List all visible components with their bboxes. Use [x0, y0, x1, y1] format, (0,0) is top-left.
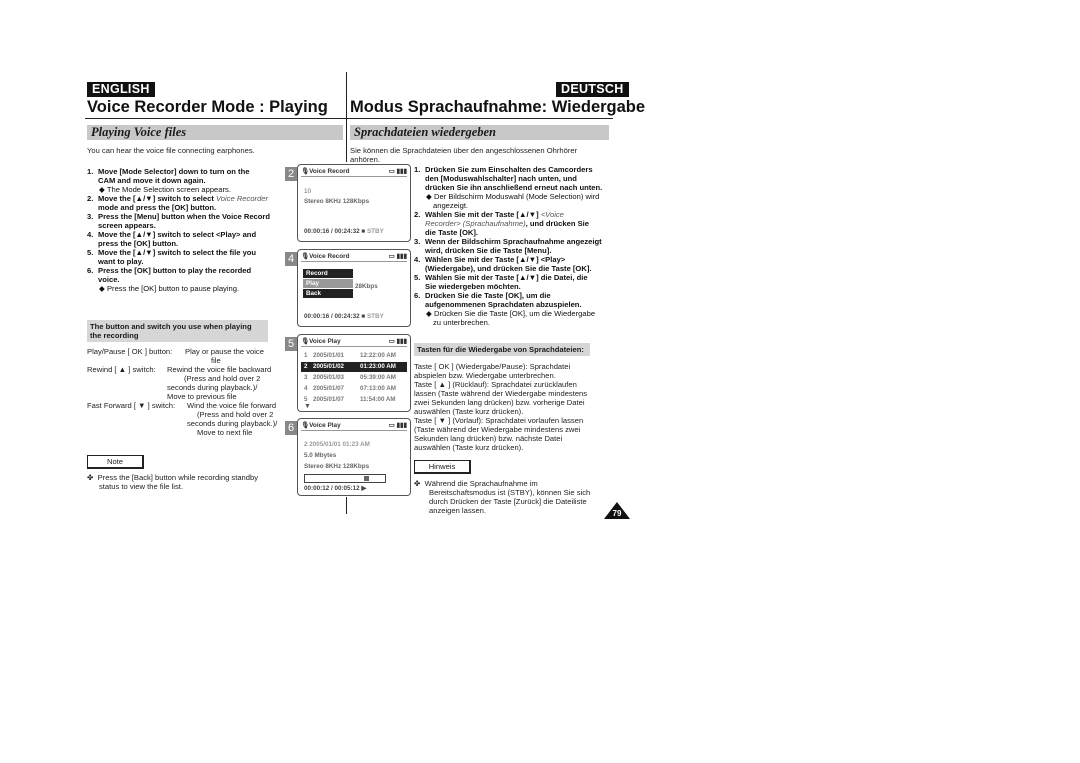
time-readout: 00:00:12 / 00:05:12 ▶	[304, 485, 367, 492]
title-rule	[85, 118, 613, 119]
stop-icon: ■	[361, 228, 366, 235]
step-1-sub: ◆ The Mode Selection screen appears.	[99, 185, 231, 194]
microphone-icon: 🎙	[301, 337, 310, 345]
step-badge: 2	[285, 167, 297, 181]
playback-progress-knob[interactable]	[364, 476, 369, 481]
bullet-diamond-icon: ◆	[99, 185, 105, 194]
step-2-line-2: mode and press the [OK] button.	[98, 203, 217, 212]
page-title-english: Voice Recorder Mode : Playing	[87, 98, 328, 116]
file-row[interactable]: 5 2005/01/07 11:54:00 AM	[301, 395, 407, 405]
page-number: 79	[612, 509, 622, 518]
bullet-diamond-icon: ◆	[426, 309, 432, 318]
device-screen-voice-play-list: 🎙Voice Play ▭ ▮▮▮ 1 2005/01/01 12:22:00 AM …	[297, 334, 411, 412]
step-2: 2. Move the [▲/▼] switch to select Voice …	[87, 194, 269, 203]
microphone-icon: 🎙	[301, 421, 310, 429]
time-readout: 00:00:16 / 00:24:32 ■ STBY	[304, 313, 384, 320]
step-3: 3. Press the [Menu] button when the Voice…	[87, 212, 271, 221]
step-5: 5. Move the [▲/▼] switch to select the fi…	[87, 248, 257, 257]
note-text-deutsch: ✤ Während die Sprachaufnahme im Bereitsc…	[414, 479, 591, 515]
scroll-down-icon[interactable]: ▼	[304, 403, 311, 410]
note-label-english: Note	[87, 455, 144, 469]
battery-icon: ▭ ▮▮▮	[388, 337, 407, 345]
device-screen-voice-record: 🎙Voice Record ▭ ▮▮▮ 10 Stereo 8KHz 128Kbp…	[297, 164, 411, 242]
step-5-line-2: want to play.	[98, 257, 144, 266]
column-divider-bottom	[346, 497, 347, 514]
step-badge: 6	[285, 421, 297, 435]
lang-badge-deutsch: DEUTSCH	[556, 82, 629, 97]
note-label-deutsch: Hinweis	[414, 460, 471, 474]
bullet-cross-icon: ✤	[87, 473, 94, 482]
bullet-diamond-icon: ◆	[99, 284, 105, 293]
step-badge: 4	[285, 252, 297, 266]
bullet-diamond-icon: ◆	[426, 192, 432, 201]
file-row[interactable]: 1 2005/01/01 12:22:00 AM	[301, 351, 407, 361]
menu-item-back[interactable]: Back	[303, 289, 353, 298]
bullet-cross-icon: ✤	[414, 479, 421, 488]
intro-deutsch: Sie können die Sprachdateien über den an…	[350, 146, 578, 164]
lang-badge-english: ENGLISH	[87, 82, 155, 97]
step-4: 4. Move the [▲/▼] switch to select <Play>…	[87, 230, 257, 239]
section-title-deutsch: Sprachdateien wiedergeben	[350, 125, 609, 140]
microphone-icon: 🎙	[301, 167, 310, 175]
file-row[interactable]: 3 2005/01/03 05:39:00 AM	[301, 373, 407, 383]
file-row[interactable]: 4 2005/01/07 07:13:00 AM	[301, 384, 407, 394]
step-1: 1. Move [Mode Selector] down to turn on t…	[87, 167, 250, 176]
controls-text-deutsch: Taste [ OK ] (Wiedergabe/Pause): Sprachd…	[414, 362, 588, 452]
battery-icon: ▭ ▮▮▮	[388, 167, 407, 175]
intro-english: You can hear the voice file connecting e…	[87, 146, 255, 155]
microphone-icon: 🎙	[301, 252, 310, 260]
column-divider	[346, 72, 347, 162]
step-6-sub: ◆ Press the [OK] button to pause playing…	[99, 284, 240, 293]
page-title-deutsch: Modus Sprachaufnahme: Wiedergabe	[350, 98, 646, 116]
file-row-selected[interactable]: 2 2005/01/02 01:23:00 AM	[301, 362, 407, 372]
step-1-line-2: CAM and move it down again.	[98, 176, 206, 185]
stop-icon: ■	[361, 313, 366, 320]
battery-icon: ▭ ▮▮▮	[388, 252, 407, 260]
step-3-line-2: screen appears.	[98, 221, 156, 230]
controls-heading-deutsch: Tasten für die Wiedergabe von Sprachdate…	[414, 343, 590, 356]
device-screen-voice-play: 🎙Voice Play ▭ ▮▮▮ 2 2005/01/01 01:23 AM 5…	[297, 418, 411, 496]
section-title-english: Playing Voice files	[87, 125, 343, 140]
menu-item-record[interactable]: Record	[303, 269, 353, 278]
time-readout: 00:00:16 / 00:24:32 ■ STBY	[304, 228, 384, 235]
controls-list-english: Play/Pause [ OK ] button: Play or pause t…	[87, 347, 278, 437]
playback-progress-bar[interactable]	[304, 474, 386, 483]
menu-item-play[interactable]: Play	[303, 279, 353, 288]
device-screen-voice-record-menu: 🎙Voice Record ▭ ▮▮▮ Record Play Back 28Kb…	[297, 249, 411, 327]
steps-english: 1. Move [Mode Selector] down to turn on t…	[87, 167, 292, 293]
play-icon: ▶	[361, 485, 367, 492]
battery-icon: ▭ ▮▮▮	[388, 421, 407, 429]
controls-heading-english: The button and switch you use when playi…	[87, 320, 268, 342]
step-badge: 5	[285, 337, 297, 351]
step-6-line-2: voice.	[98, 275, 120, 284]
steps-deutsch: 1. Drücken Sie zum Einschalten des Camcor…	[414, 165, 603, 327]
step-4-line-2: press the [OK] button.	[98, 239, 179, 248]
step-6: 6. Press the [OK] button to play the reco…	[87, 266, 252, 275]
note-text-english: ✤ Press the [Back] button while recordin…	[87, 473, 259, 491]
